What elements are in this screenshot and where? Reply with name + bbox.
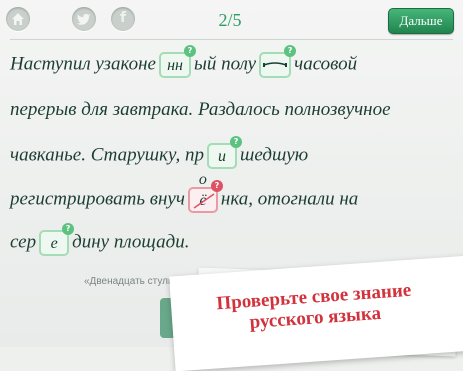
- home-icon: [12, 13, 24, 25]
- facebook-icon: f: [119, 10, 127, 26]
- exercise-screen: f 2/5 Дальше Наступил узаконе нн? ый полу?…: [0, 0, 463, 371]
- promo-text: Проверьте свое знание русского языка: [215, 279, 412, 334]
- hint-icon[interactable]: ?: [184, 45, 196, 57]
- twitter-icon: [77, 14, 90, 25]
- promo-card[interactable]: Проверьте свое знание русского языка: [169, 255, 463, 371]
- text-line-1: Наступил узаконе нн? ый полу? часовой: [10, 45, 357, 78]
- question-counter: 2/5: [218, 10, 242, 30]
- answer-gap-hyphen[interactable]: ?: [259, 45, 297, 78]
- hyphen-icon: [263, 62, 288, 67]
- text-line-5: сер е? дину площади.: [10, 223, 190, 256]
- home-button[interactable]: [6, 7, 30, 31]
- strike-icon: [193, 193, 215, 209]
- toolbar-divider: [10, 39, 453, 40]
- answer-gap-5[interactable]: е?: [39, 223, 75, 256]
- answer-gap-1[interactable]: нн?: [159, 45, 196, 78]
- next-button[interactable]: Дальше: [388, 8, 454, 34]
- text-line-2: перерыв для завтрака. Раздалось полнозву…: [10, 99, 391, 120]
- hint-icon[interactable]: ?: [210, 180, 223, 192]
- facebook-button[interactable]: f: [111, 7, 135, 31]
- hint-icon[interactable]: ?: [230, 136, 243, 148]
- text-line-4: регистрировать внуч о ё? нка, отогнали на: [10, 171, 358, 213]
- text-line-3: чавканье. Старушку, пр и? шедшую: [10, 136, 308, 169]
- twitter-button[interactable]: [72, 7, 96, 31]
- answer-gap-wrong[interactable]: о ё?: [187, 171, 223, 213]
- top-toolbar: f 2/5 Дальше: [0, 0, 463, 40]
- answer-gap-3[interactable]: и?: [207, 136, 243, 169]
